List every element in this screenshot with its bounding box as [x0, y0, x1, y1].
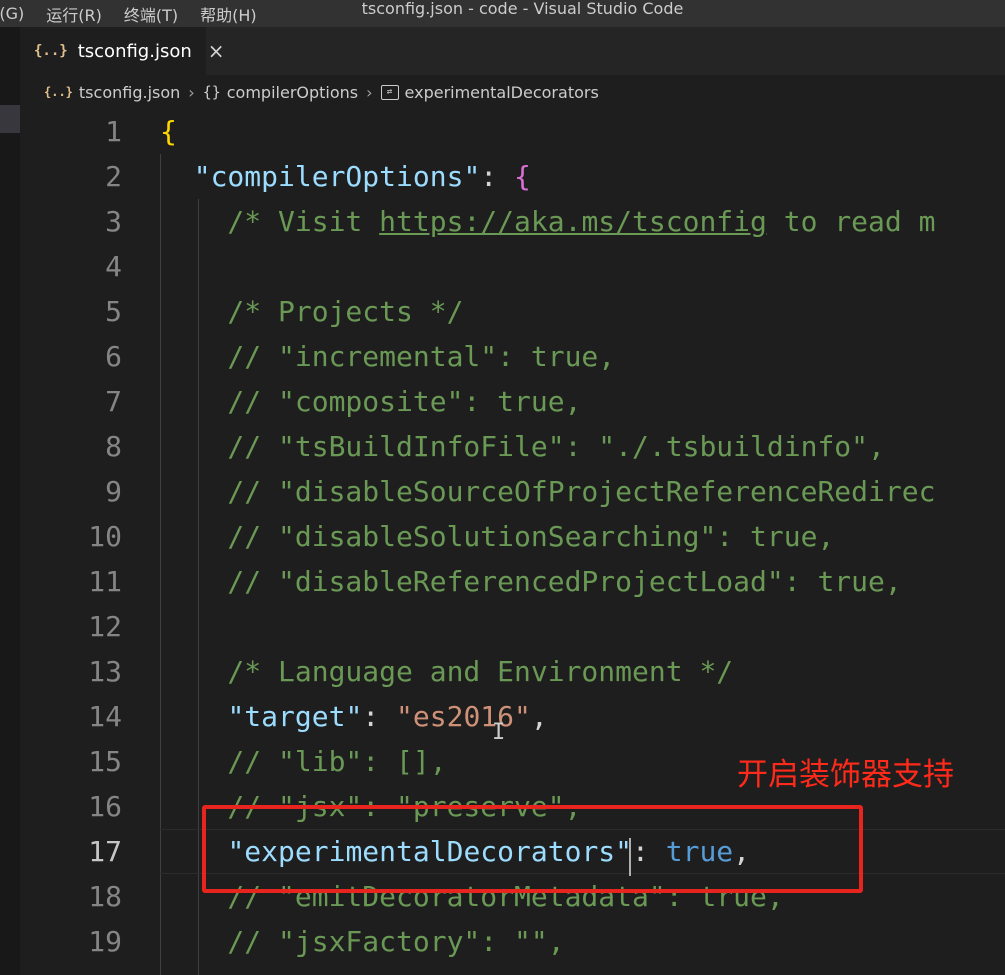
- line-code: // "jsxFactory": "",: [160, 919, 565, 964]
- annotation-label: 开启装饰器支持: [737, 757, 954, 793]
- code-line[interactable]: 12: [20, 604, 1005, 649]
- code-line[interactable]: 10 // "disableSolutionSearching": true,: [20, 514, 1005, 559]
- code-line[interactable]: 19 // "jsxFactory": "",: [20, 919, 1005, 964]
- code-line[interactable]: 5 /* Projects */: [20, 289, 1005, 334]
- line-number: 14: [88, 700, 122, 733]
- window-title: tsconfig.json - code - Visual Studio Cod…: [361, 0, 684, 18]
- line-number: 3: [105, 205, 122, 238]
- code-line[interactable]: 1{: [20, 109, 1005, 154]
- object-icon: {}: [202, 83, 221, 101]
- line-code: // "disableSolutionSearching": true,: [160, 514, 834, 559]
- line-number: 11: [88, 565, 122, 598]
- breadcrumb-object[interactable]: compilerOptions: [227, 83, 358, 102]
- title-bar: |(G) 运行(R) 终端(T) 帮助(H) tsconfig.json - c…: [0, 0, 1005, 27]
- code-token: to read m: [766, 205, 936, 238]
- line-number: 9: [105, 475, 122, 508]
- code-token: "es2016": [396, 700, 531, 733]
- line-number: 2: [105, 160, 122, 193]
- line-number: 17: [88, 835, 122, 868]
- code-line[interactable]: 9 // "disableSourceOfProjectReferenceRed…: [20, 469, 1005, 514]
- code-line[interactable]: 6 // "incremental": true,: [20, 334, 1005, 379]
- breadcrumb: {..} tsconfig.json › {} compilerOptions …: [20, 75, 1005, 109]
- tab-tsconfig[interactable]: {..} tsconfig.json ×: [20, 27, 225, 75]
- line-code: /* Visit https://aka.ms/tsconfig to read…: [160, 199, 935, 244]
- chevron-right-icon: ›: [188, 82, 195, 102]
- line-code: /* Projects */: [160, 289, 463, 334]
- code-token: // "lib": [],: [160, 745, 447, 778]
- annotation-highlight-box: [202, 805, 863, 893]
- activity-bar: [0, 27, 20, 975]
- code-line[interactable]: 14 "target": "es2016",: [20, 694, 1005, 739]
- line-code: "target": "es2016",: [160, 694, 548, 739]
- chevron-right-icon: ›: [366, 82, 373, 102]
- breadcrumb-property[interactable]: experimentalDecorators: [405, 83, 599, 102]
- line-number: 16: [88, 790, 122, 823]
- line-code: // "incremental": true,: [160, 334, 615, 379]
- tab-label: tsconfig.json: [77, 40, 192, 62]
- code-token: // "jsxFactory": "",: [160, 925, 565, 958]
- code-line[interactable]: 7 // "composite": true,: [20, 379, 1005, 424]
- line-code: // "disableReferencedProjectLoad": true,: [160, 559, 902, 604]
- line-number: 5: [105, 295, 122, 328]
- code-token: // "disableReferencedProjectLoad": true,: [160, 565, 902, 598]
- line-number: 8: [105, 430, 122, 463]
- line-number: 15: [88, 745, 122, 778]
- code-token: {: [514, 160, 531, 193]
- code-token: ,: [530, 700, 548, 733]
- code-line[interactable]: 8 // "tsBuildInfoFile": "./.tsbuildinfo"…: [20, 424, 1005, 469]
- code-token: /* Language and Environment */: [160, 655, 734, 688]
- line-code: // "composite": true,: [160, 379, 581, 424]
- json-file-icon: {..}: [34, 43, 68, 59]
- line-code: // "disableSourceOfProjectReferenceRedir…: [160, 469, 935, 514]
- line-number: 13: [88, 655, 122, 688]
- line-number: 4: [105, 250, 122, 283]
- code-token: /* Projects */: [160, 295, 464, 328]
- code-token: // "composite": true,: [160, 385, 582, 418]
- line-code: "compilerOptions": {: [160, 154, 531, 199]
- code-token: :: [362, 700, 397, 733]
- activity-bar-active-item[interactable]: [0, 105, 20, 133]
- line-number: 1: [105, 115, 122, 148]
- code-token: /* Visit: [160, 205, 380, 238]
- breadcrumb-file[interactable]: tsconfig.json: [79, 83, 180, 102]
- line-number: 10: [88, 520, 122, 553]
- code-token: {: [160, 115, 177, 148]
- line-code: // "tsBuildInfoFile": "./.tsbuildinfo",: [160, 424, 885, 469]
- line-number: 18: [88, 880, 122, 913]
- code-line[interactable]: 13 /* Language and Environment */: [20, 649, 1005, 694]
- line-code: // "lib": [],: [160, 739, 447, 784]
- code-token: // "tsBuildInfoFile": "./.tsbuildinfo",: [160, 430, 885, 463]
- code-line[interactable]: 2 "compilerOptions": {: [20, 154, 1005, 199]
- code-token: :: [480, 160, 515, 193]
- code-token: https://aka.ms/tsconfig: [379, 205, 767, 238]
- code-line[interactable]: 11 // "disableReferencedProjectLoad": tr…: [20, 559, 1005, 604]
- property-icon: ⇄: [380, 84, 399, 100]
- code-token: "target": [227, 700, 363, 733]
- tab-bar: {..} tsconfig.json ×: [20, 27, 1005, 75]
- json-file-icon: {..}: [44, 85, 73, 99]
- code-token: // "disableSourceOfProjectReferenceRedir…: [160, 475, 936, 508]
- line-number: 19: [88, 925, 122, 958]
- line-number: 12: [88, 610, 122, 643]
- line-code: /* Language and Environment */: [160, 649, 733, 694]
- line-number: 7: [105, 385, 122, 418]
- line-code: {: [160, 109, 177, 154]
- line-number: 6: [105, 340, 122, 373]
- code-token: "compilerOptions": [193, 160, 481, 193]
- close-icon[interactable]: ×: [208, 39, 225, 63]
- code-line[interactable]: 3 /* Visit https://aka.ms/tsconfig to re…: [20, 199, 1005, 244]
- code-token: // "incremental": true,: [160, 340, 616, 373]
- mouse-ibeam-cursor: I: [492, 720, 506, 745]
- code-line[interactable]: 4: [20, 244, 1005, 289]
- code-token: // "disableSolutionSearching": true,: [160, 520, 835, 553]
